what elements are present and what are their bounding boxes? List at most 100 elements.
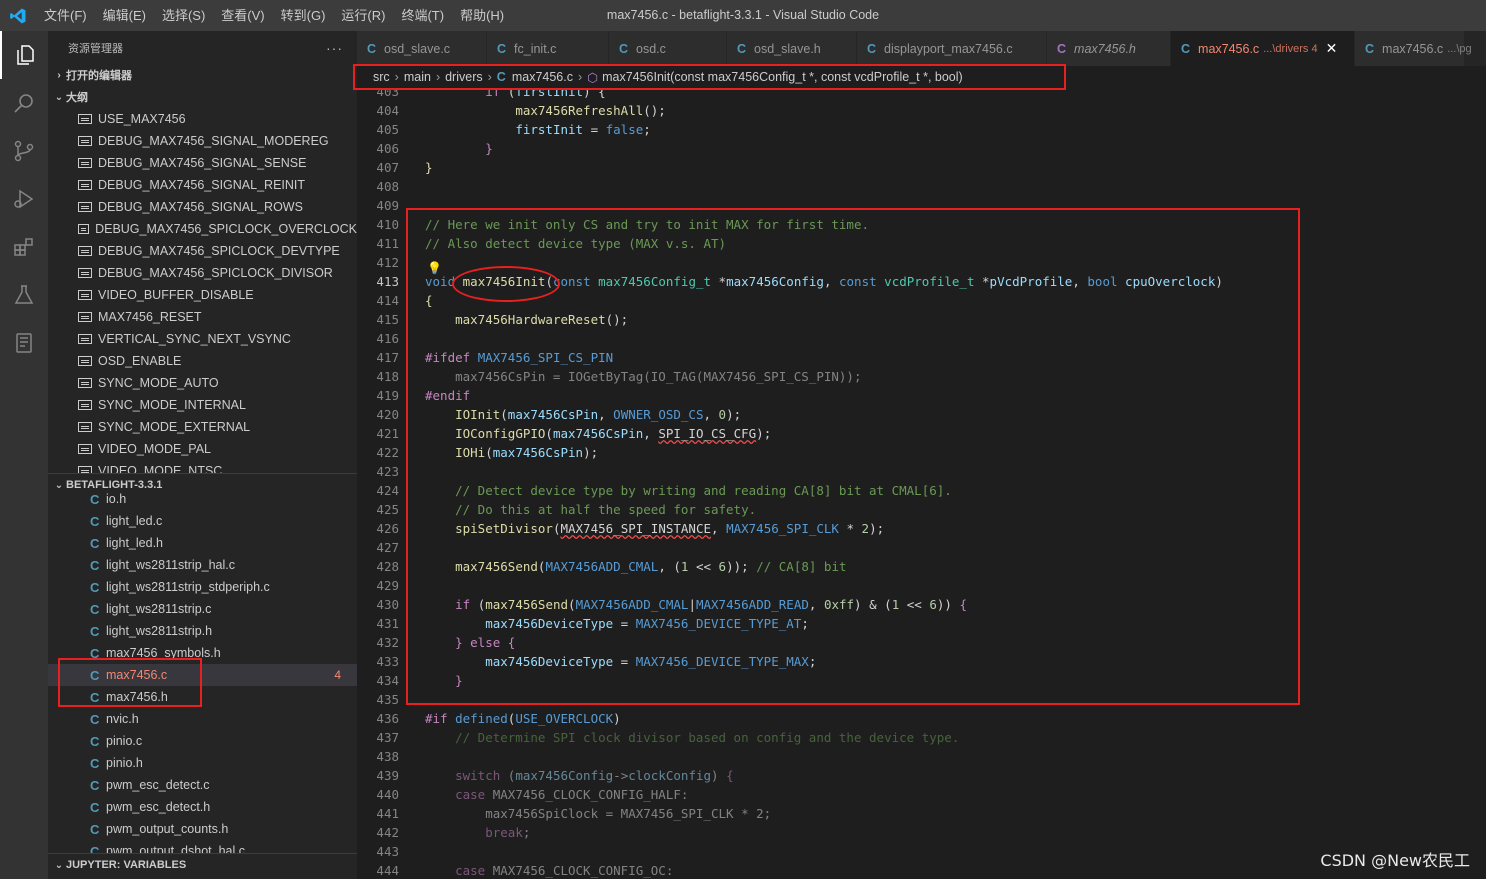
outline-item[interactable]: SYNC_MODE_EXTERNAL	[48, 416, 357, 438]
outline-item[interactable]: VERTICAL_SYNC_NEXT_VSYNC	[48, 328, 357, 350]
outline-item[interactable]: DEBUG_MAX7456_SPICLOCK_DIVISOR	[48, 262, 357, 284]
file-item[interactable]: Cio.h	[48, 488, 357, 510]
testing-icon[interactable]	[0, 271, 48, 319]
code-line[interactable]: 420 IOInit(max7456CsPin, OWNER_OSD_CS, 0…	[357, 405, 1486, 424]
outline-item[interactable]: DEBUG_MAX7456_SIGNAL_SENSE	[48, 152, 357, 174]
outline-item[interactable]: DEBUG_MAX7456_SPICLOCK_OVERCLOCK	[48, 218, 357, 240]
vscode-logo-icon[interactable]	[0, 0, 36, 31]
outline-item[interactable]: DEBUG_MAX7456_SIGNAL_ROWS	[48, 196, 357, 218]
file-item[interactable]: Clight_led.c	[48, 510, 357, 532]
code-line[interactable]: 423	[357, 462, 1486, 481]
file-item[interactable]: Cpinio.c	[48, 730, 357, 752]
code-line[interactable]: 435	[357, 690, 1486, 709]
source-control-icon[interactable]	[0, 127, 48, 175]
code-line[interactable]: 404 max7456RefreshAll();	[357, 101, 1486, 120]
code-line[interactable]: 439 switch (max7456Config->clockConfig) …	[357, 766, 1486, 785]
breadcrumb-item[interactable]: src	[373, 70, 390, 84]
file-item[interactable]: Clight_ws2811strip_stdperiph.c	[48, 576, 357, 598]
notebook-icon[interactable]	[0, 319, 48, 367]
run-debug-icon[interactable]	[0, 175, 48, 223]
file-item[interactable]: Clight_ws2811strip.c	[48, 598, 357, 620]
close-icon[interactable]: ✕	[1326, 40, 1338, 57]
code-line[interactable]: 438	[357, 747, 1486, 766]
code-line[interactable]: 430 if (max7456Send(MAX7456ADD_CMAL|MAX7…	[357, 595, 1486, 614]
code-line[interactable]: 422 IOHi(max7456CsPin);	[357, 443, 1486, 462]
jupyter-variables-section[interactable]: ⌄ JUPYTER: VARIABLES	[48, 854, 357, 876]
code-line[interactable]: 415 max7456HardwareReset();	[357, 310, 1486, 329]
search-icon[interactable]	[0, 79, 48, 127]
file-item[interactable]: Clight_led.h	[48, 532, 357, 554]
code-line[interactable]: 432 } else {	[357, 633, 1486, 652]
code-line[interactable]: 442 break;	[357, 823, 1486, 842]
outline-item[interactable]: DEBUG_MAX7456_SPICLOCK_DEVTYPE	[48, 240, 357, 262]
menu-item[interactable]: 终端(T)	[393, 0, 452, 31]
editor-tab[interactable]: Cosd_slave.c	[357, 31, 487, 66]
code-line[interactable]: 408	[357, 177, 1486, 196]
code-line[interactable]: 414 {	[357, 291, 1486, 310]
code-line[interactable]: 419 #endif	[357, 386, 1486, 405]
code-line[interactable]: 424 // Detect device type by writing and…	[357, 481, 1486, 500]
code-line[interactable]: 433 max7456DeviceType = MAX7456_DEVICE_T…	[357, 652, 1486, 671]
outline-item[interactable]: SYNC_MODE_INTERNAL	[48, 394, 357, 416]
menu-item[interactable]: 帮助(H)	[452, 0, 512, 31]
breadcrumb-item[interactable]: main	[404, 70, 431, 84]
outline-item[interactable]: VIDEO_BUFFER_DISABLE	[48, 284, 357, 306]
file-item[interactable]: Clight_ws2811strip.h	[48, 620, 357, 642]
code-line[interactable]: 411 // Also detect device type (MAX v.s. …	[357, 234, 1486, 253]
file-item[interactable]: Cnvic.h	[48, 708, 357, 730]
code-line[interactable]: 405 firstInit = false;	[357, 120, 1486, 139]
breadcrumb-item[interactable]: max7456.c	[512, 70, 573, 84]
code-line[interactable]: 443	[357, 842, 1486, 861]
file-item[interactable]: Cpwm_esc_detect.h	[48, 796, 357, 818]
code-line[interactable]: 418 max7456CsPin = IOGetByTag(IO_TAG(MAX…	[357, 367, 1486, 386]
code-line[interactable]: 427	[357, 538, 1486, 557]
file-item[interactable]: Cpwm_output_counts.h	[48, 818, 357, 840]
file-item[interactable]: Cmax7456.c 4	[48, 664, 357, 686]
outline-item[interactable]: USE_MAX7456	[48, 108, 357, 130]
breadcrumb-item[interactable]: drivers	[445, 70, 483, 84]
code-line[interactable]: 403 if (firstInit) {	[357, 88, 1486, 101]
outline-item[interactable]: OSD_ENABLE	[48, 350, 357, 372]
code-line[interactable]: 444 case MAX7456_CLOCK_CONFIG_OC:	[357, 861, 1486, 879]
editor-tab[interactable]: Cmax7456.c ...\pg	[1355, 31, 1472, 66]
code-line[interactable]: 412	[357, 253, 1486, 272]
file-item[interactable]: Clight_ws2811strip_hal.c	[48, 554, 357, 576]
more-actions-button[interactable]: ···	[326, 40, 343, 56]
code-editor[interactable]: 403 if (firstInit) {404 max7456RefreshAl…	[357, 88, 1486, 879]
menu-item[interactable]: 文件(F)	[36, 0, 95, 31]
editor-tab[interactable]: Cosd_slave.h	[727, 31, 857, 66]
outline-section[interactable]: ⌄ 大纲	[48, 86, 357, 108]
outline-item[interactable]: SYNC_MODE_AUTO	[48, 372, 357, 394]
editor-tab[interactable]: Cmax7456.h	[1047, 31, 1171, 66]
code-line[interactable]: 429	[357, 576, 1486, 595]
code-line[interactable]: 437 // Determine SPI clock divisor based…	[357, 728, 1486, 747]
outline-item[interactable]: VIDEO_MODE_PAL	[48, 438, 357, 460]
editor-tab[interactable]: Cdisplayport_max7456.c	[857, 31, 1047, 66]
file-item[interactable]: Cpwm_esc_detect.c	[48, 774, 357, 796]
code-line[interactable]: 406 }	[357, 139, 1486, 158]
outline-item[interactable]: DEBUG_MAX7456_SIGNAL_MODEREG	[48, 130, 357, 152]
code-line[interactable]: 416	[357, 329, 1486, 348]
code-line[interactable]: 410 // Here we init only CS and try to in…	[357, 215, 1486, 234]
menu-item[interactable]: 选择(S)	[154, 0, 213, 31]
code-line[interactable]: 417 #ifdef MAX7456_SPI_CS_PIN	[357, 348, 1486, 367]
code-line[interactable]: 434 }	[357, 671, 1486, 690]
file-item[interactable]: Cpinio.h	[48, 752, 357, 774]
outline-item[interactable]: VIDEO_MODE_NTSC	[48, 460, 357, 473]
extensions-icon[interactable]	[0, 223, 48, 271]
file-item[interactable]: Cmax7456.h	[48, 686, 357, 708]
code-line[interactable]: 436 #if defined(USE_OVERCLOCK)	[357, 709, 1486, 728]
editor-tab[interactable]: Cfc_init.c	[487, 31, 609, 66]
code-line[interactable]: 431 max7456DeviceType = MAX7456_DEVICE_T…	[357, 614, 1486, 633]
explorer-icon[interactable]	[0, 31, 48, 79]
outline-item[interactable]: MAX7456_RESET	[48, 306, 357, 328]
menu-item[interactable]: 查看(V)	[213, 0, 272, 31]
menu-item[interactable]: 转到(G)	[273, 0, 334, 31]
code-line[interactable]: 441 max7456SpiClock = MAX7456_SPI_CLK * …	[357, 804, 1486, 823]
file-item[interactable]: Cmax7456_symbols.h	[48, 642, 357, 664]
code-line[interactable]: 440 case MAX7456_CLOCK_CONFIG_HALF:	[357, 785, 1486, 804]
lightbulb-icon[interactable]: 💡	[427, 259, 442, 278]
editor-tab[interactable]: Cosd.c	[609, 31, 727, 66]
menu-item[interactable]: 运行(R)	[333, 0, 393, 31]
editor-tab[interactable]: Cmax7456.c ...\drivers 4 ✕	[1171, 31, 1355, 66]
